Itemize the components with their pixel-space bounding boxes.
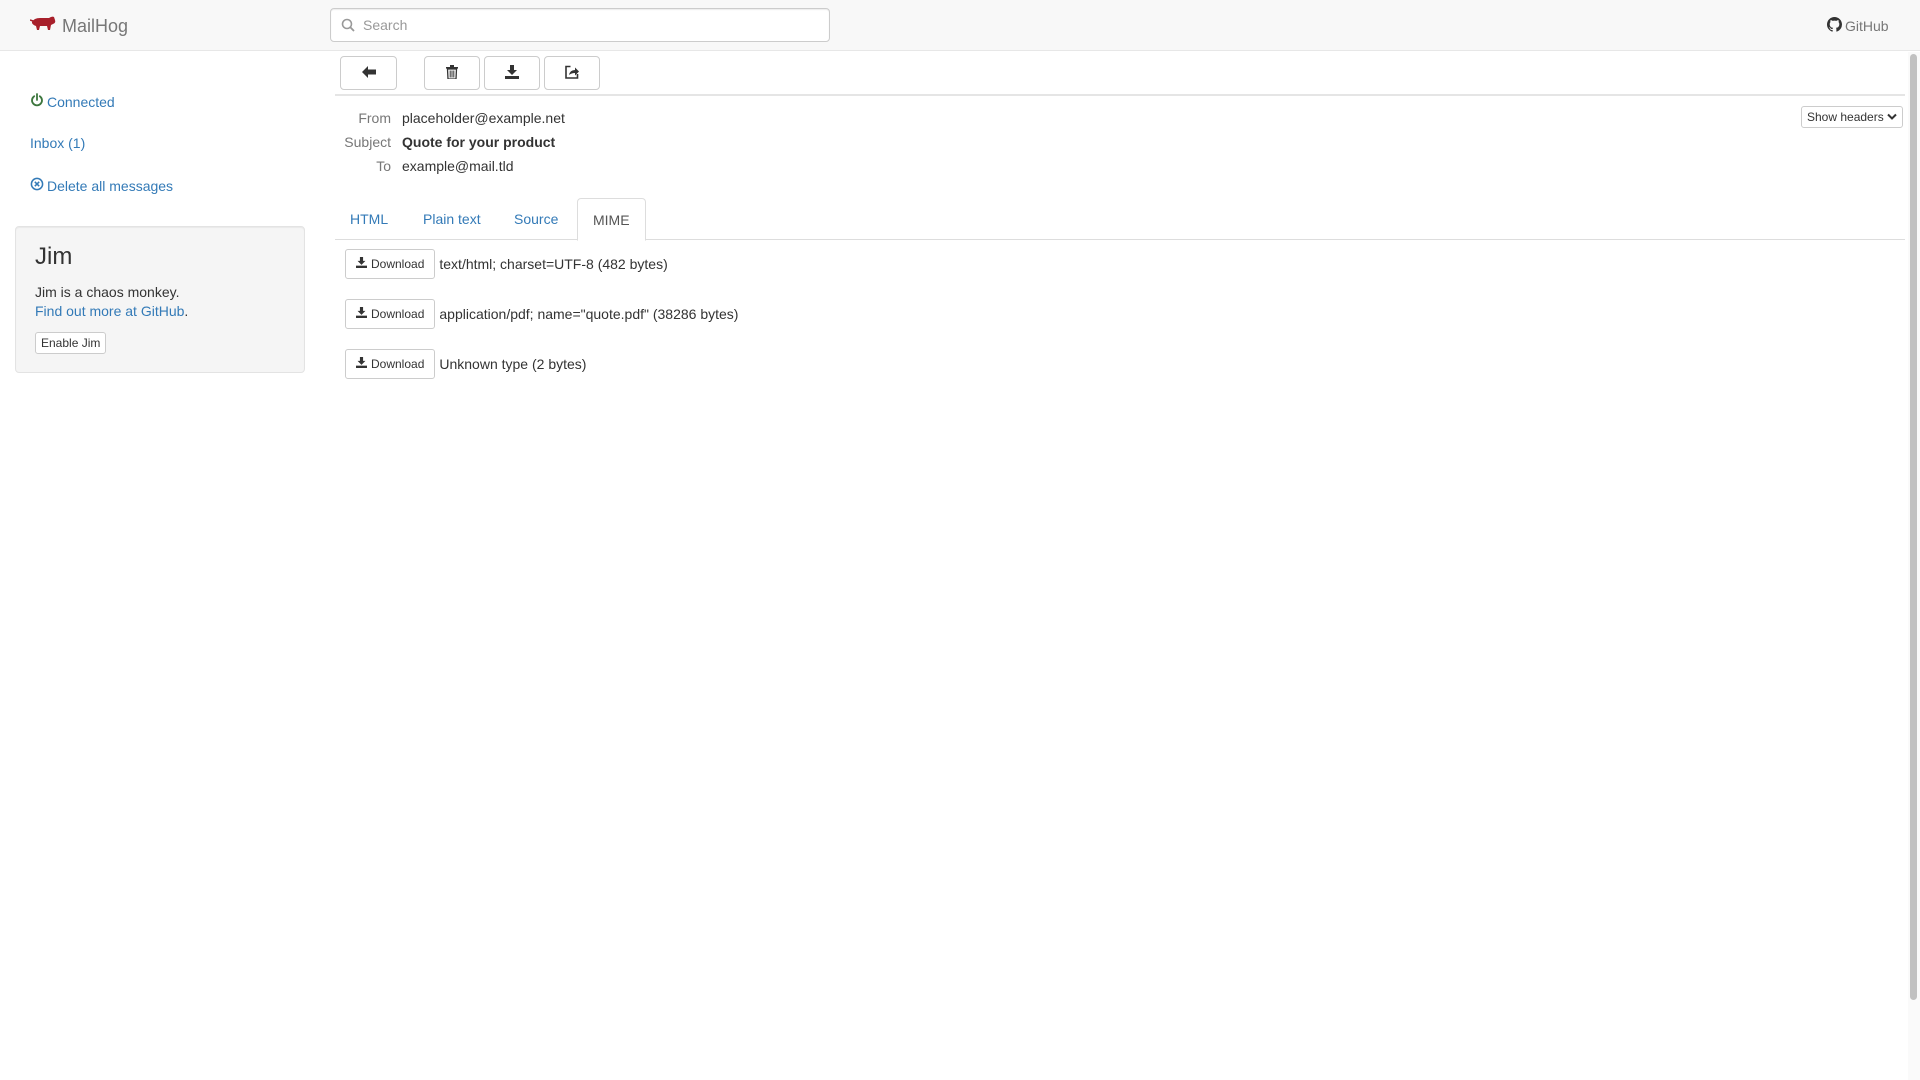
subject-value: Quote for your product xyxy=(402,134,556,150)
from-label: From xyxy=(358,110,391,126)
tab-source[interactable]: Source xyxy=(499,198,573,240)
jim-description: Jim is a chaos monkey. xyxy=(35,284,180,300)
arrow-left-icon xyxy=(361,65,376,81)
mime-part: Download text/html; charset=UTF-8 (482 b… xyxy=(345,249,668,279)
tab-mime[interactable]: MIME xyxy=(577,198,646,241)
show-headers-label: Show headers xyxy=(1807,110,1884,124)
mime-part: Download Unknown type (2 bytes) xyxy=(345,349,586,379)
connected-status[interactable]: Connected xyxy=(30,93,115,110)
download-icon xyxy=(356,357,371,371)
download-message-button[interactable] xyxy=(484,56,540,90)
github-icon xyxy=(1827,17,1845,35)
github-label: GitHub xyxy=(1845,18,1889,34)
download-part-label: Download xyxy=(371,357,425,371)
chevron-down-icon xyxy=(1884,110,1897,124)
jim-title: Jim xyxy=(35,243,73,270)
jim-panel: Jim Jim is a chaos monkey. Find out more… xyxy=(15,226,305,373)
brand-name: MailHog xyxy=(62,15,129,36)
brand-link[interactable]: MailHog xyxy=(29,14,129,38)
trash-icon xyxy=(446,64,458,82)
show-headers-button[interactable]: Show headers xyxy=(1801,106,1903,128)
power-icon xyxy=(30,93,47,110)
from-value: placeholder@example.net xyxy=(402,110,565,126)
search-box xyxy=(330,8,830,42)
connected-label: Connected xyxy=(47,93,115,110)
download-part-button[interactable]: Download xyxy=(345,299,436,329)
inbox-link[interactable]: Inbox (1) xyxy=(30,135,85,151)
jim-link-suffix: . xyxy=(184,303,189,319)
mime-part: Download application/pdf; name="quote.pd… xyxy=(345,299,738,329)
download-part-label: Download xyxy=(371,257,425,271)
remove-circle-icon xyxy=(30,177,47,194)
mime-part-description: Unknown type (2 bytes) xyxy=(439,356,587,372)
download-icon xyxy=(356,307,371,321)
share-icon xyxy=(565,65,579,82)
search-icon xyxy=(341,18,355,35)
github-link[interactable]: GitHub xyxy=(1827,17,1889,35)
jim-github-link[interactable]: Find out more at GitHub xyxy=(35,303,184,319)
download-icon xyxy=(356,257,371,271)
delete-message-button[interactable] xyxy=(424,56,480,90)
download-part-button[interactable]: Download xyxy=(345,349,436,379)
enable-jim-button[interactable]: Enable Jim xyxy=(35,332,107,354)
download-part-button[interactable]: Download xyxy=(345,249,436,279)
tab-plain-text[interactable]: Plain text xyxy=(408,198,496,240)
pig-logo-icon xyxy=(29,15,62,38)
toolbar-divider xyxy=(335,94,1905,96)
tab-html[interactable]: HTML xyxy=(335,198,403,240)
scrollbar-thumb[interactable] xyxy=(1910,54,1917,1000)
message-tabs: HTML Plain text Source MIME xyxy=(335,198,1905,241)
to-label: To xyxy=(376,158,391,174)
search-input[interactable] xyxy=(361,9,821,41)
download-part-label: Download xyxy=(371,307,425,321)
mime-part-description: application/pdf; name="quote.pdf" (38286… xyxy=(439,306,739,322)
download-icon xyxy=(505,64,519,82)
jim-more: Find out more at GitHub. xyxy=(35,303,188,319)
delete-all-label: Delete all messages xyxy=(47,177,174,194)
back-button[interactable] xyxy=(340,56,397,90)
navbar: MailHog GitHub xyxy=(0,0,1920,51)
subject-label: Subject xyxy=(344,134,391,150)
delete-all-messages-link[interactable]: Delete all messages xyxy=(30,177,173,194)
to-value: example@mail.tld xyxy=(402,158,514,174)
release-message-button[interactable] xyxy=(544,56,600,90)
mime-part-description: text/html; charset=UTF-8 (482 bytes) xyxy=(439,256,668,272)
